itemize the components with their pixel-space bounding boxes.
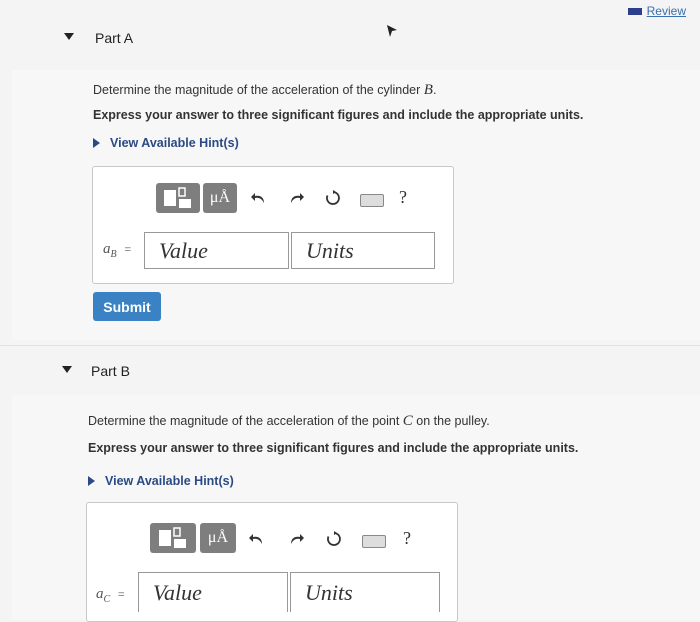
part-b-variable-label: aC = [96,586,125,605]
part-b-value-input[interactable]: Value [138,572,288,612]
part-b-hint-label: View Available Hint(s) [105,474,234,488]
part-a-question-text: Determine the magnitude of the accelerat… [93,83,421,97]
templates-icon [164,187,191,208]
part-a-hint-toggle[interactable]: View Available Hint(s) [93,136,239,150]
part-a-units-input[interactable]: Units [291,232,435,269]
undo-icon[interactable] [250,190,266,206]
templates-button[interactable] [150,523,196,553]
caret-right-icon [93,138,100,148]
keyboard-icon[interactable] [360,194,384,207]
part-a-collapse-icon[interactable] [64,33,74,41]
help-button[interactable]: ? [403,528,411,549]
units-symbol-button[interactable]: μÅ [203,183,237,213]
part-a-question-var: B [423,82,433,98]
redo-icon[interactable] [289,190,305,206]
part-a-instruction: Express your answer to three significant… [93,108,584,122]
templates-button[interactable] [156,183,200,213]
var-b-main: a [96,586,104,602]
var-b-sub: C [103,594,111,605]
review-link[interactable]: Review [627,4,686,18]
part-b-instruction: Express your answer to three significant… [88,441,579,455]
part-b-question-suffix: on the pulley. [416,414,490,428]
part-b-title[interactable]: Part B [91,363,130,379]
help-button[interactable]: ? [399,187,407,208]
part-b-question: Determine the magnitude of the accelerat… [88,413,490,430]
templates-icon [159,527,186,548]
var-a-main: a [103,241,111,257]
undo-icon[interactable] [248,531,264,547]
review-icon [627,7,642,15]
part-a-question: Determine the magnitude of the accelerat… [93,82,436,99]
keyboard-icon[interactable] [362,535,386,548]
review-label: Review [646,4,686,18]
part-b-units-input[interactable]: Units [290,572,440,612]
reset-icon[interactable] [325,190,341,206]
reset-icon[interactable] [326,531,342,547]
var-a-equals: = [124,242,132,256]
part-divider [0,345,700,346]
var-b-equals: = [117,587,125,601]
part-a-hint-label: View Available Hint(s) [110,136,239,150]
part-a-value-input[interactable]: Value [144,232,289,269]
part-b-question-text: Determine the magnitude of the accelerat… [88,414,400,428]
part-a-question-suffix: . [432,83,437,97]
part-b-hint-toggle[interactable]: View Available Hint(s) [88,474,234,488]
caret-right-icon [88,476,95,486]
part-a-title[interactable]: Part A [95,30,133,46]
mouse-cursor-icon [387,25,397,37]
part-a-submit-button[interactable]: Submit [93,292,161,321]
part-b-question-var: C [402,413,413,429]
part-b-collapse-icon[interactable] [62,366,72,374]
redo-icon[interactable] [289,531,305,547]
var-a-sub: B [110,249,117,260]
part-a-variable-label: aB = [103,241,131,260]
units-symbol-button[interactable]: μÅ [200,523,236,553]
